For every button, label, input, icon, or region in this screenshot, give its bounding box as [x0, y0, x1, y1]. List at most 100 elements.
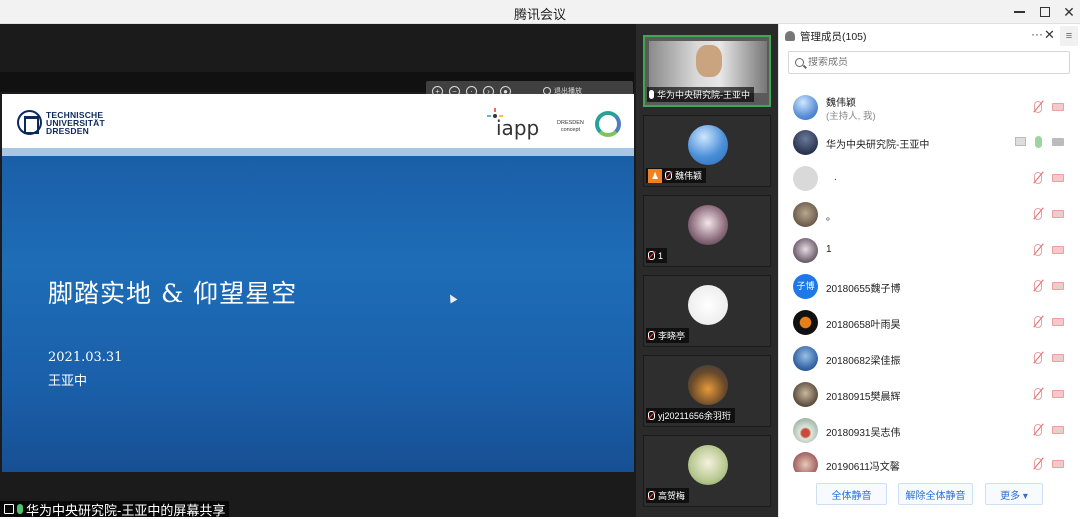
- camera-off-icon[interactable]: [1052, 282, 1064, 290]
- camera-off-icon[interactable]: [1052, 246, 1064, 254]
- member-panel: 管理成员(105) ··· ✕ ≡ 魏伟颖 (主持人, 我) 华为中央研究院-王…: [778, 24, 1080, 517]
- iapp-logo: iapp: [496, 116, 540, 140]
- avatar: [793, 166, 818, 191]
- slide-stripe: [2, 148, 634, 156]
- tile-name: 华为中央研究院-王亚中: [657, 90, 750, 100]
- mic-muted-icon: [648, 491, 655, 500]
- camera-off-icon[interactable]: [1052, 426, 1064, 434]
- slide-body: [2, 156, 634, 472]
- avatar: [793, 418, 818, 443]
- member-search[interactable]: [788, 51, 1070, 74]
- member-row[interactable]: 20180931吴志伟: [779, 412, 1080, 448]
- mic-muted-icon[interactable]: [1034, 101, 1042, 113]
- search-icon: [795, 58, 804, 67]
- mic-muted-icon[interactable]: [1034, 388, 1042, 400]
- unmute-all-button[interactable]: 解除全体静音: [898, 483, 973, 505]
- camera-icon[interactable]: [1052, 138, 1064, 146]
- mic-muted-icon[interactable]: [1034, 280, 1042, 292]
- logo-line-3: DRESDEN: [46, 125, 89, 136]
- mic-on-icon: [649, 90, 654, 99]
- member-row[interactable]: 魏伟颖 (主持人, 我): [779, 89, 1080, 125]
- mic-muted-icon: [665, 171, 672, 180]
- mic-muted-icon[interactable]: [1034, 208, 1042, 220]
- members-icon: [785, 31, 795, 41]
- member-name: 20180931吴志伟: [826, 428, 901, 439]
- panel-menu-button[interactable]: ≡: [1060, 26, 1078, 46]
- mic-muted-icon[interactable]: [1034, 458, 1042, 470]
- member-row[interactable]: 。: [779, 196, 1080, 232]
- mic-muted-icon[interactable]: [1034, 316, 1042, 328]
- avatar: [688, 445, 728, 485]
- camera-off-icon[interactable]: [1052, 318, 1064, 326]
- avatar: [793, 452, 818, 472]
- video-tiles-column: 华为中央研究院-王亚中 ♟ 魏伟颖 1 李晓亭 yj20211656余羽珩 高贺…: [636, 24, 778, 517]
- avatar: [793, 130, 818, 155]
- video-tile[interactable]: 高贺梅: [643, 435, 771, 507]
- tile-name: yj20211656余羽珩: [658, 411, 731, 421]
- mic-muted-icon: [648, 411, 655, 420]
- video-tile[interactable]: 华为中央研究院-王亚中: [643, 35, 771, 107]
- screen-share-icon: [1015, 137, 1026, 146]
- mic-muted-icon[interactable]: [1034, 352, 1042, 364]
- avatar: [688, 205, 728, 245]
- panel-more-button[interactable]: ···: [1031, 27, 1043, 41]
- member-name: 1: [826, 244, 832, 255]
- dresden-line-2: concept: [560, 127, 581, 133]
- avatar: [793, 95, 818, 120]
- slide-header: TECHNISCHE UNIVERSITÄT DRESDEN iapp DRES…: [2, 94, 634, 148]
- close-window-button[interactable]: ✕: [1054, 0, 1080, 24]
- avatar: 子博: [793, 274, 818, 299]
- camera-off-icon[interactable]: [1052, 390, 1064, 398]
- mic-muted-icon[interactable]: [1034, 172, 1042, 184]
- panel-close-button[interactable]: ✕: [1044, 27, 1055, 43]
- member-row[interactable]: 华为中央研究院-王亚中: [779, 124, 1080, 160]
- panel-title: 管理成员(105): [800, 30, 867, 43]
- member-role: (主持人, 我): [826, 111, 876, 122]
- mic-muted-icon[interactable]: [1034, 424, 1042, 436]
- member-row[interactable]: 20190611冯文馨: [779, 446, 1080, 472]
- camera-off-icon[interactable]: [1052, 460, 1064, 468]
- camera-off-icon[interactable]: [1052, 354, 1064, 362]
- avatar: [688, 365, 728, 405]
- person-face: [696, 45, 722, 77]
- member-row[interactable]: 20180658叶雨昊: [779, 304, 1080, 340]
- slide-title: 脚踏实地 & 仰望星空: [48, 279, 298, 308]
- avatar: [793, 382, 818, 407]
- mic-muted-icon[interactable]: [1034, 244, 1042, 256]
- share-owner-label: 华为中央研究院-王亚中的屏幕共享: [0, 501, 230, 518]
- member-row[interactable]: 20180682梁佳振: [779, 340, 1080, 376]
- camera-off-icon[interactable]: [1052, 210, 1064, 218]
- dresden-concept-logo: DRESDEN concept: [557, 120, 584, 134]
- mic-on-icon[interactable]: [1035, 136, 1042, 148]
- member-search-input[interactable]: [808, 57, 1058, 68]
- tile-name: 1: [658, 250, 664, 261]
- screen-share-icon: [4, 504, 14, 514]
- dresden-line-1: DRESDEN: [557, 120, 584, 126]
- mic-muted-icon: [648, 331, 655, 340]
- member-row[interactable]: 子博 20180655魏子博: [779, 268, 1080, 304]
- mic-on-icon: [17, 504, 23, 514]
- video-tile[interactable]: 1: [643, 195, 771, 267]
- member-row[interactable]: 1: [779, 232, 1080, 268]
- camera-off-icon[interactable]: [1052, 174, 1064, 182]
- member-name: 。: [826, 212, 836, 223]
- avatar: [688, 125, 728, 165]
- member-row[interactable]: .: [779, 160, 1080, 196]
- tile-name: 李晓亭: [658, 331, 686, 341]
- tile-name: 高贺梅: [658, 491, 686, 501]
- video-tile[interactable]: yj20211656余羽珩: [643, 355, 771, 427]
- tu-dresden-mark-icon: [17, 110, 42, 135]
- member-name: 20190611冯文馨: [826, 462, 900, 472]
- avatar: [793, 202, 818, 227]
- member-name: 20180915樊晨辉: [826, 392, 901, 403]
- member-name: 华为中央研究院-王亚中: [826, 140, 930, 151]
- dresden-ring-icon: [595, 111, 621, 137]
- camera-off-icon[interactable]: [1052, 103, 1064, 111]
- more-actions-button[interactable]: 更多 ▾: [985, 483, 1043, 505]
- share-owner-text: 华为中央研究院-王亚中的屏幕共享: [26, 502, 226, 518]
- video-tile[interactable]: 李晓亭: [643, 275, 771, 347]
- member-row[interactable]: 20180915樊晨辉: [779, 376, 1080, 412]
- video-tile[interactable]: ♟ 魏伟颖: [643, 115, 771, 187]
- mute-all-button[interactable]: 全体静音: [816, 483, 887, 505]
- avatar: [793, 310, 818, 335]
